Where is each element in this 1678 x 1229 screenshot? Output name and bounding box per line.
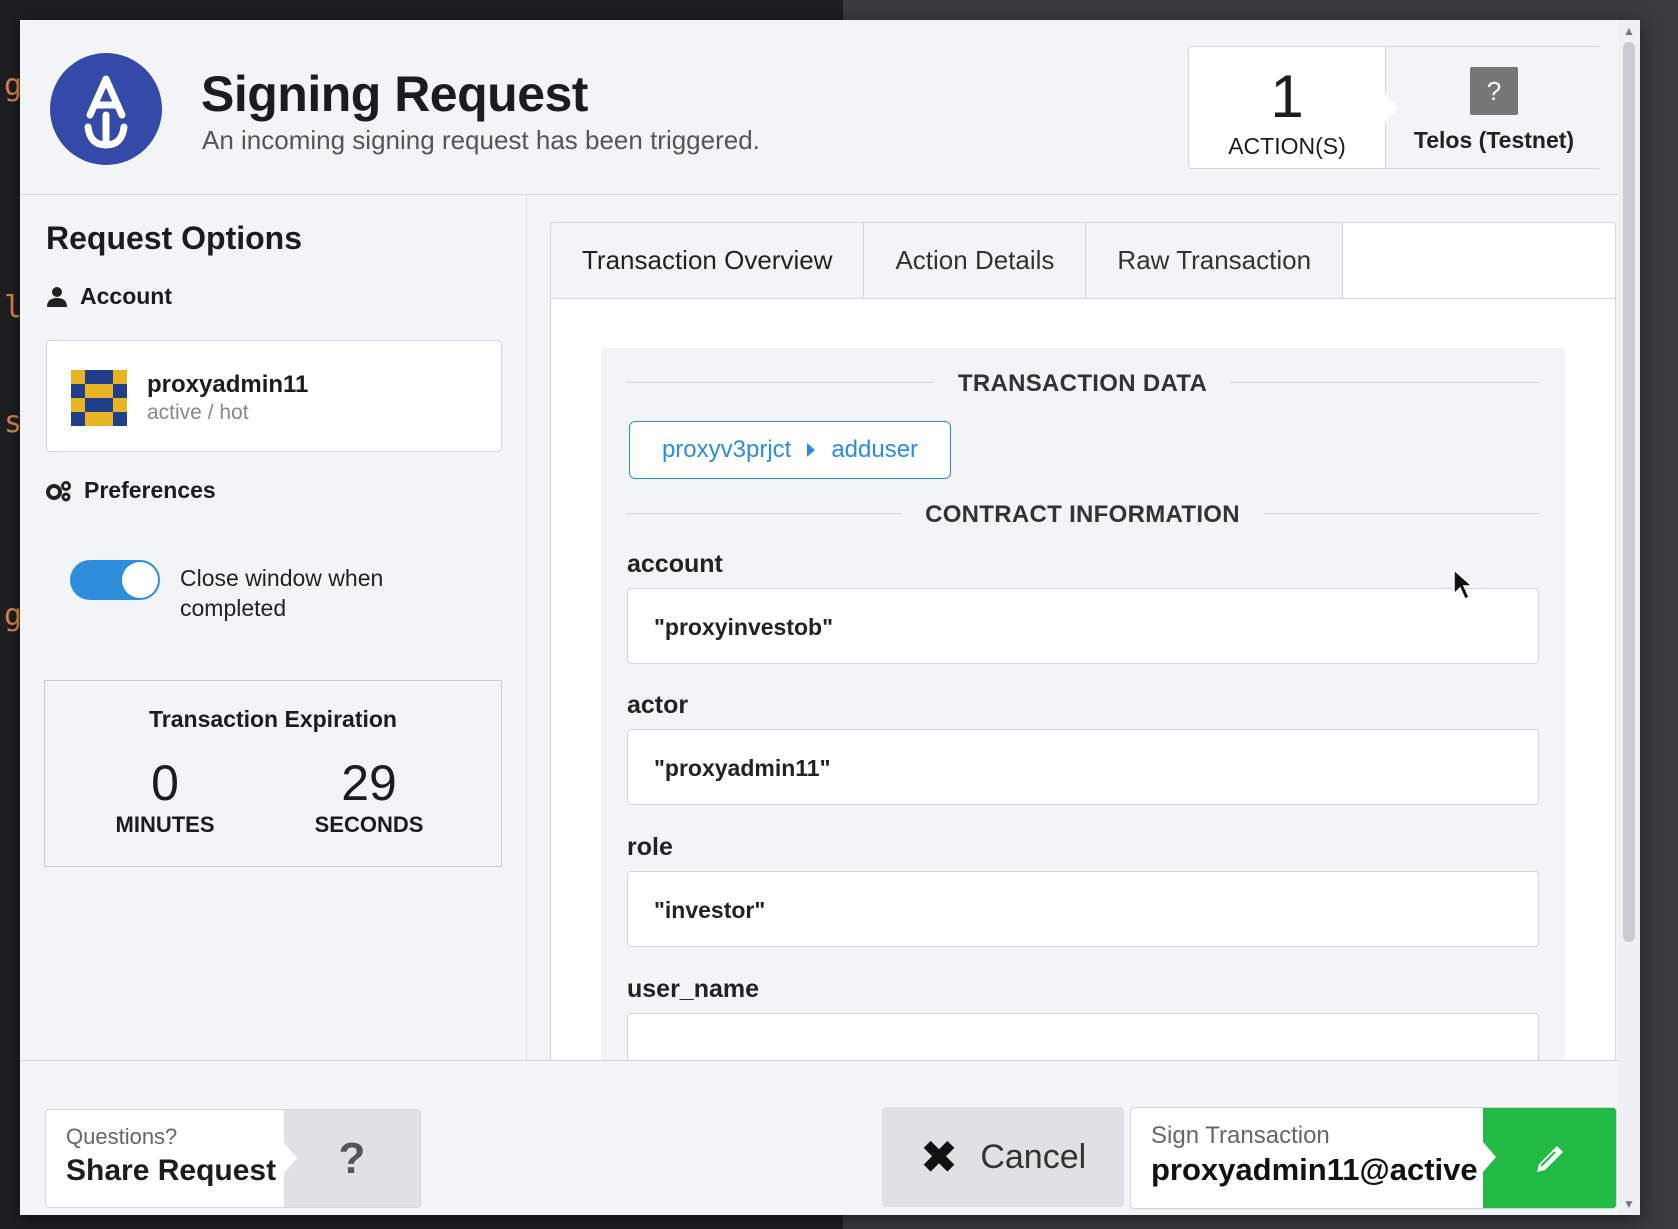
- transaction-data-heading-text: TRANSACTION DATA: [933, 370, 1232, 397]
- divider-text: TRANSACTION DATA: [625, 370, 1540, 398]
- scrollbar-thumb[interactable]: [1623, 42, 1635, 942]
- seconds-value: 29: [341, 755, 397, 811]
- page-title: Signing Request: [201, 66, 588, 122]
- tab-raw-transaction[interactable]: Raw Transaction: [1086, 223, 1344, 298]
- caret-right-icon: [807, 443, 816, 457]
- action-name: adduser: [831, 436, 919, 463]
- divider-text: CONTRACT INFORMATION: [625, 501, 1540, 529]
- cancel-label: Cancel: [980, 1137, 1087, 1176]
- expiration-seconds: 29 SECONDS: [289, 756, 449, 838]
- action-count-number: 1: [1270, 63, 1304, 130]
- chevron-right-icon: [284, 1143, 297, 1173]
- account-name: proxyadmin11: [147, 371, 309, 398]
- transaction-panel: Transaction Overview Action Details Raw …: [550, 222, 1616, 1124]
- field-label-user-name: user_name: [627, 975, 760, 1003]
- cancel-button[interactable]: ✖ Cancel: [882, 1107, 1124, 1207]
- window-scrollbar[interactable]: ▲ ▼: [1618, 20, 1640, 1215]
- page-subtitle: An incoming signing request has been tri…: [202, 125, 760, 155]
- minutes-label: MINUTES: [115, 812, 215, 837]
- mouse-cursor-icon: [1453, 568, 1474, 601]
- tab-transaction-overview[interactable]: Transaction Overview: [551, 223, 865, 298]
- avatar: [71, 370, 127, 426]
- contract-information-heading-text: CONTRACT INFORMATION: [901, 501, 1264, 528]
- chevron-right-icon: [1483, 1142, 1496, 1172]
- account-permission: active / hot: [147, 401, 249, 424]
- action-count: 1 ACTION(S): [1189, 47, 1385, 168]
- minutes-value: 0: [151, 755, 179, 811]
- field-value-actor: "proxyadmin11": [627, 729, 1539, 805]
- contract-action-chip[interactable]: proxyv3prjct adduser: [629, 421, 951, 479]
- toggle-knob: [122, 562, 158, 598]
- anchor-logo-icon: [50, 53, 162, 165]
- gears-icon: [46, 480, 71, 501]
- action-network-summary: 1 ACTION(S) ? Telos (Testnet): [1188, 46, 1602, 169]
- scroll-up-icon[interactable]: ▲: [1622, 24, 1636, 38]
- close-icon: ✖: [919, 1131, 959, 1183]
- transaction-data-heading: TRANSACTION DATA: [625, 370, 1540, 397]
- close-window-toggle[interactable]: [70, 560, 160, 600]
- network-badge: ? Telos (Testnet): [1385, 47, 1602, 168]
- expiration-title: Transaction Expiration: [149, 706, 397, 732]
- sign-caption: Sign Transaction: [1151, 1122, 1330, 1149]
- signing-permission: proxyadmin11@active: [1151, 1152, 1478, 1187]
- pencil-icon: [1537, 1146, 1563, 1172]
- sign-transaction-button[interactable]: Sign Transaction proxyadmin11@active: [1130, 1107, 1617, 1209]
- contract-name: proxyv3prjct: [661, 436, 792, 463]
- sign-submit-button[interactable]: [1483, 1108, 1616, 1208]
- field-label-role: role: [627, 833, 673, 861]
- share-caption: Questions?: [66, 1124, 178, 1149]
- signing-request-window: Signing Request An incoming signing requ…: [20, 20, 1640, 1215]
- scroll-down-icon[interactable]: ▼: [1622, 1197, 1636, 1211]
- field-label-actor: actor: [627, 691, 689, 719]
- seconds-label: SECONDS: [314, 812, 424, 837]
- close-window-label: Close window when completed: [180, 565, 384, 621]
- help-icon[interactable]: ?: [284, 1110, 420, 1207]
- preferences-label-text: Preferences: [84, 477, 216, 503]
- field-value-role: "investor": [627, 871, 1539, 947]
- sidebar-title: Request Options: [46, 220, 303, 256]
- share-request-button[interactable]: Questions? Share Request ?: [45, 1109, 421, 1208]
- unknown-network-icon: ?: [1470, 67, 1518, 115]
- user-icon: [47, 286, 67, 307]
- account-label-text: Account: [80, 283, 172, 309]
- transaction-tabs: Transaction Overview Action Details Raw …: [551, 223, 1615, 299]
- tabs-spacer: [1343, 223, 1615, 298]
- chevron-right-icon: [1384, 92, 1398, 124]
- expiration-minutes: 0 MINUTES: [85, 756, 245, 838]
- header: Signing Request An incoming signing requ…: [20, 20, 1638, 195]
- request-options-sidebar: Request Options Account proxyadmin11 act…: [20, 195, 527, 1095]
- action-count-label: ACTION(S): [1228, 133, 1346, 159]
- preferences-label: Preferences: [46, 477, 216, 504]
- field-value-account: "proxyinvestob": [627, 588, 1539, 664]
- account-label: Account: [46, 283, 172, 310]
- tab-action-details[interactable]: Action Details: [864, 223, 1087, 298]
- share-label: Share Request: [66, 1154, 277, 1187]
- network-name: Telos (Testnet): [1413, 127, 1575, 153]
- account-selector[interactable]: proxyadmin11 active / hot: [46, 340, 502, 452]
- footer-bar: Questions? Share Request ? ✖ Cancel Sign…: [20, 1060, 1618, 1215]
- field-label-account: account: [627, 550, 723, 578]
- transaction-overview-content: TRANSACTION DATA proxyv3prjct adduser CO…: [601, 348, 1565, 1123]
- contract-information-heading: CONTRACT INFORMATION: [625, 501, 1540, 528]
- transaction-expiration: Transaction Expiration 0 MINUTES 29 SECO…: [44, 680, 502, 867]
